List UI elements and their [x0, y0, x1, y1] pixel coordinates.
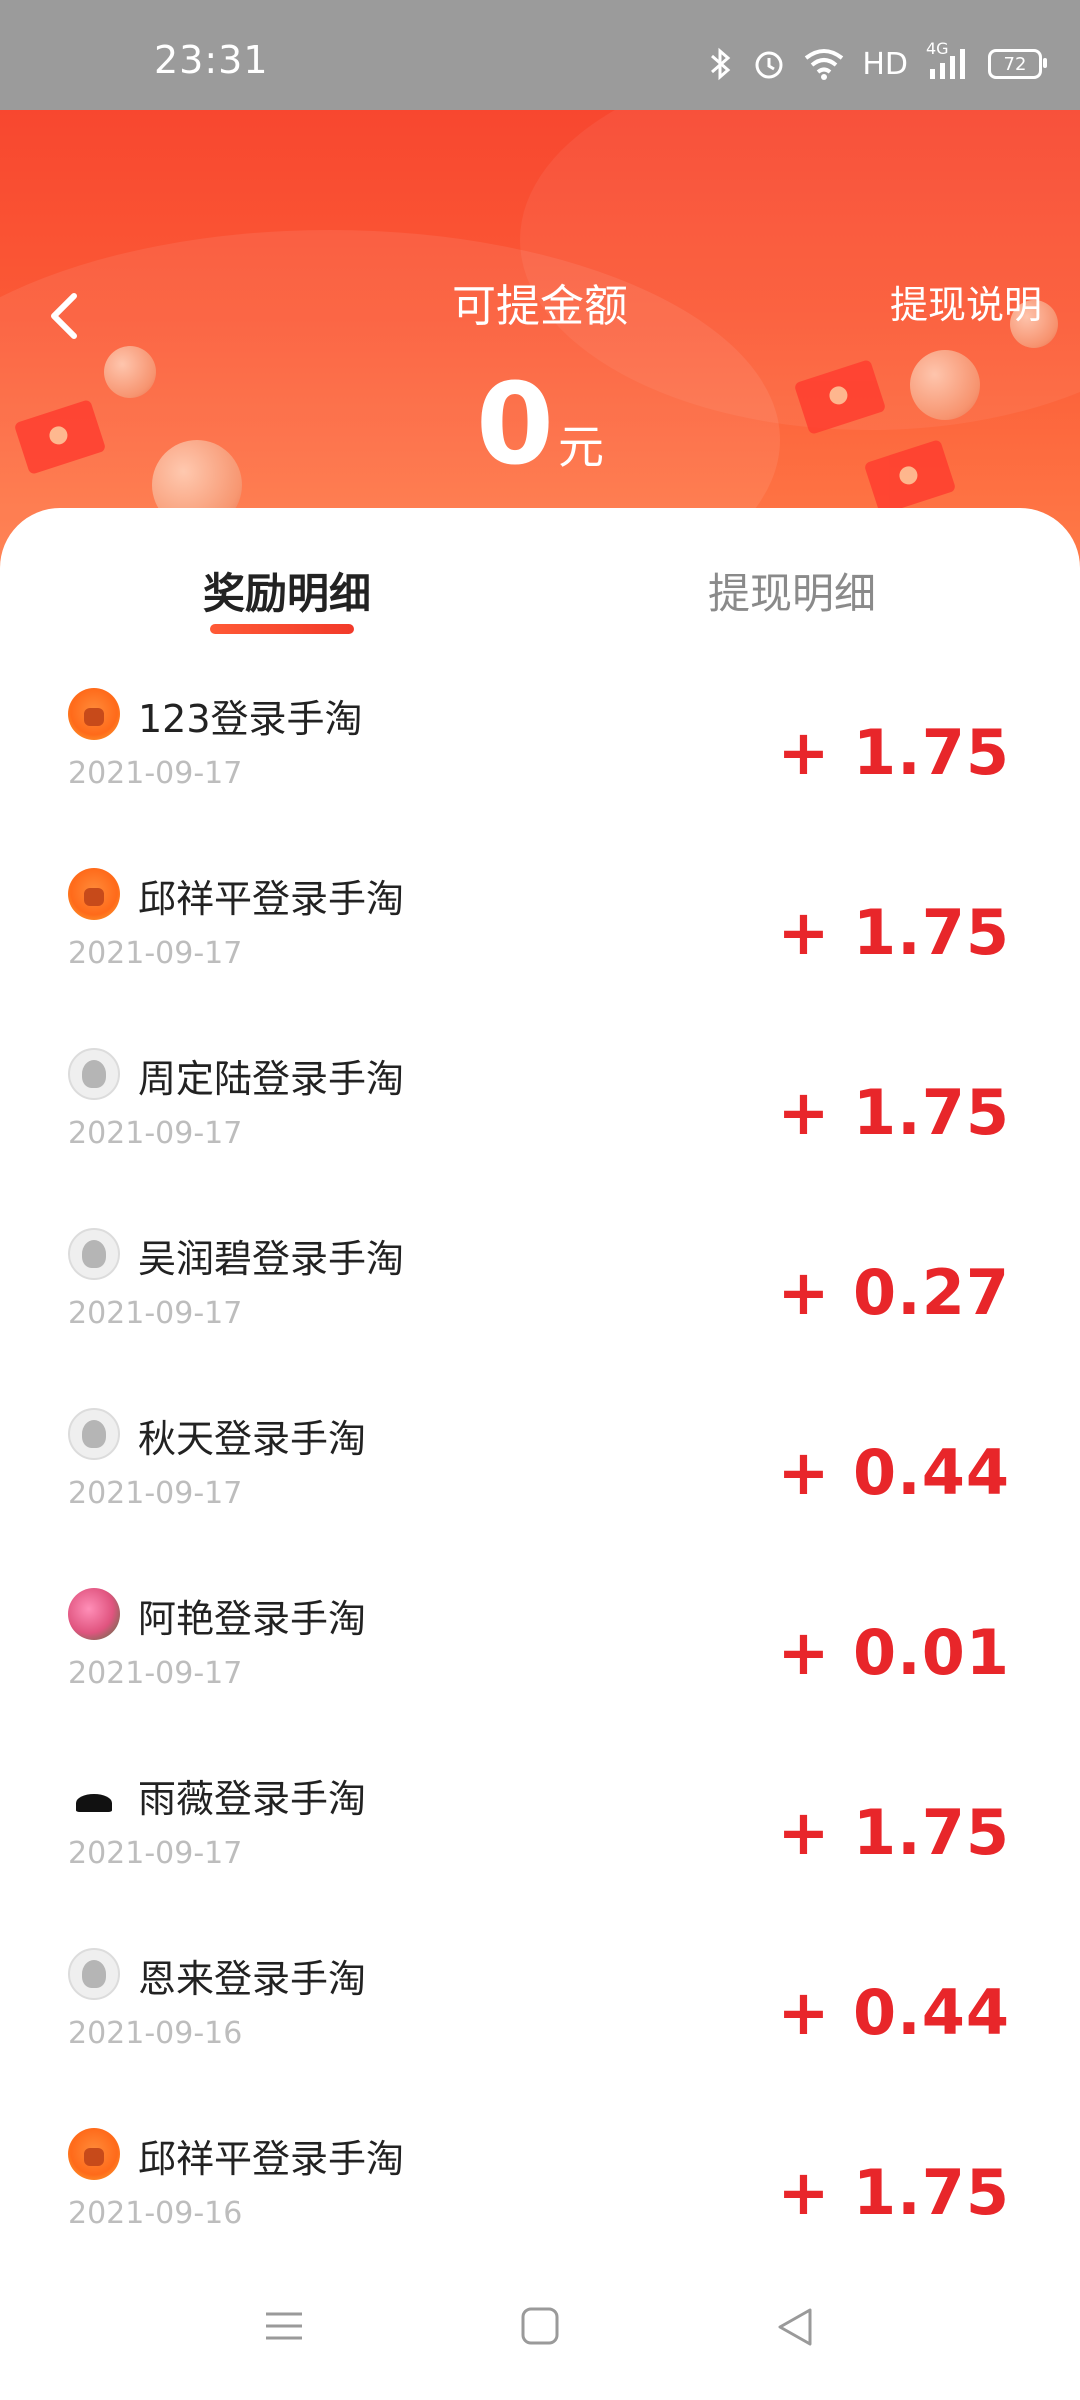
menu-icon[interactable]: [264, 2306, 304, 2350]
list-item[interactable]: 周定陆登录手淘 2021-09-17 + 1.75: [0, 1048, 1080, 1228]
list-item[interactable]: 秋天登录手淘 2021-09-17 + 0.44: [0, 1408, 1080, 1588]
alarm-icon: [752, 47, 786, 81]
list-item[interactable]: 雨薇登录手淘 2021-09-17 + 1.75: [0, 1768, 1080, 1948]
list-item[interactable]: 吴润碧登录手淘 2021-09-17 + 0.27: [0, 1228, 1080, 1408]
record-date: 2021-09-17: [68, 1476, 243, 1511]
record-title: 邱祥平登录手淘: [138, 877, 405, 921]
record-title: 邱祥平登录手淘: [138, 2137, 405, 2181]
avatar: [68, 868, 120, 920]
header-banner: 可提金额 提现说明 0元: [0, 110, 1080, 570]
amount-unit: 元: [557, 420, 604, 474]
record-amount: + 1.75: [777, 1076, 1010, 1149]
record-date: 2021-09-17: [68, 1116, 243, 1151]
record-title: 123登录手淘: [138, 697, 363, 741]
tab-bar: 奖励明细 提现明细: [0, 508, 1080, 638]
list-item[interactable]: 阿艳登录手淘 2021-09-17 + 0.01: [0, 1588, 1080, 1768]
record-title: 周定陆登录手淘: [138, 1057, 405, 1101]
record-date: 2021-09-17: [68, 756, 243, 791]
record-amount: + 0.01: [777, 1616, 1010, 1689]
net-label: 4G: [926, 39, 949, 58]
record-amount: + 1.75: [777, 1796, 1010, 1869]
record-title: 雨薇登录手淘: [138, 1777, 367, 1821]
record-date: 2021-09-17: [68, 1656, 243, 1691]
wifi-icon: [804, 48, 844, 80]
record-amount: + 0.27: [777, 1256, 1010, 1329]
list-item[interactable]: 邱祥平登录手淘 2021-09-17 + 1.75: [0, 868, 1080, 1048]
record-amount: + 1.75: [777, 716, 1010, 789]
back-triangle-icon[interactable]: [774, 2306, 816, 2352]
avatar: [68, 1948, 120, 2000]
status-time: 23:31: [154, 38, 269, 82]
record-title: 恩来登录手淘: [138, 1957, 367, 2001]
battery-icon: 72: [988, 49, 1047, 79]
reward-list: 123登录手淘 2021-09-17 + 1.75 邱祥平登录手淘 2021-0…: [0, 688, 1080, 2308]
home-icon[interactable]: [520, 2306, 560, 2350]
amount-value: 0: [476, 360, 554, 490]
record-date: 2021-09-17: [68, 936, 243, 971]
record-title: 阿艳登录手淘: [138, 1597, 367, 1641]
avatar: [68, 1588, 120, 1640]
withdraw-rules-link[interactable]: 提现说明: [890, 274, 1042, 329]
list-item[interactable]: 123登录手淘 2021-09-17 + 1.75: [0, 688, 1080, 868]
avatar: [68, 2128, 120, 2180]
active-tab-indicator: [210, 624, 354, 634]
avatar: [68, 1048, 120, 1100]
avatar: [68, 1768, 120, 1820]
record-amount: + 1.75: [777, 2156, 1010, 2229]
bluetooth-icon: [708, 47, 734, 81]
record-amount: + 0.44: [777, 1976, 1010, 2049]
record-date: 2021-09-16: [68, 2016, 243, 2051]
tab-reward-details[interactable]: 奖励明细: [137, 560, 437, 621]
list-item[interactable]: 恩来登录手淘 2021-09-16 + 0.44: [0, 1948, 1080, 2128]
tab-withdraw-details[interactable]: 提现明细: [642, 560, 942, 621]
record-title: 秋天登录手淘: [138, 1417, 367, 1461]
record-amount: + 0.44: [777, 1436, 1010, 1509]
signal-4g-icon: 4G: [926, 39, 970, 81]
record-amount: + 1.75: [777, 896, 1010, 969]
record-date: 2021-09-16: [68, 2196, 243, 2231]
record-date: 2021-09-17: [68, 1296, 243, 1331]
withdrawable-amount: 0元: [0, 360, 1080, 490]
details-card: 奖励明细 提现明细 123登录手淘 2021-09-17 + 1.75 邱祥平登…: [0, 508, 1080, 2248]
avatar: [68, 1228, 120, 1280]
avatar: [68, 1408, 120, 1460]
record-title: 吴润碧登录手淘: [138, 1237, 405, 1281]
status-bar: 23:31 HD 4G 72: [0, 0, 1080, 110]
system-nav-bar: [0, 2248, 1080, 2400]
avatar: [68, 688, 120, 740]
record-date: 2021-09-17: [68, 1836, 243, 1871]
status-icons: HD 4G 72: [708, 39, 1047, 84]
hd-icon: HD: [862, 46, 908, 82]
